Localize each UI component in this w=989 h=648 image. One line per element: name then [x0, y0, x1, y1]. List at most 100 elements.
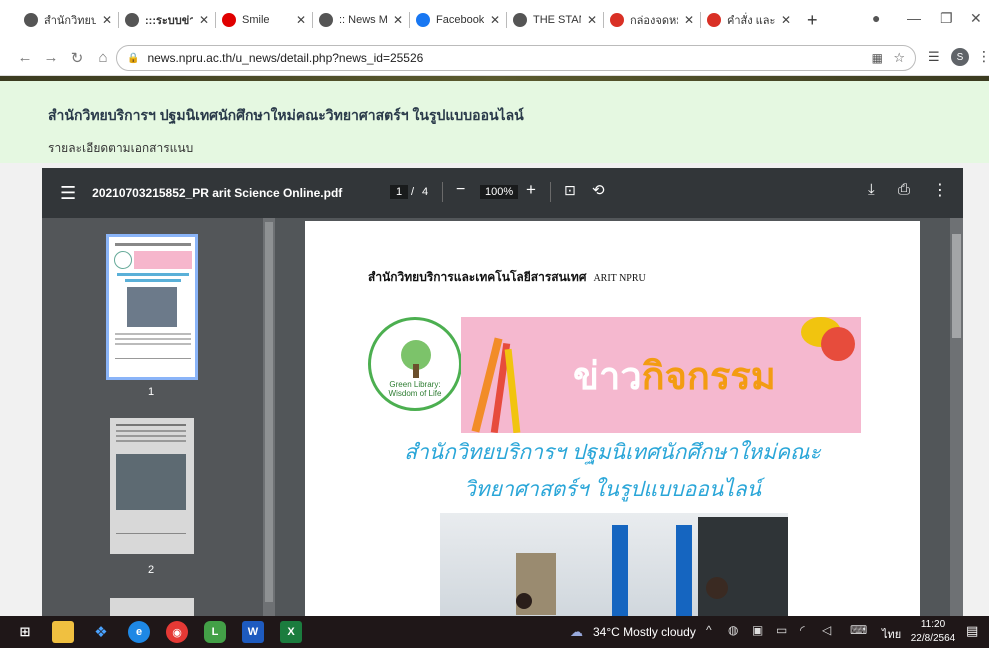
forward-icon[interactable]: → — [40, 49, 62, 66]
tray-icon-2[interactable]: ▣ — [752, 623, 763, 637]
tab-label: สำนักวิทยบริก — [44, 15, 96, 27]
tab-favicon-icon — [610, 13, 624, 27]
tab-close-icon[interactable]: ✕ — [587, 13, 597, 27]
windows-start-icon[interactable]: ⊞ — [14, 621, 36, 643]
tab-label: กล่องจดหมาย — [630, 15, 678, 27]
minimize-icon[interactable]: — — [907, 10, 921, 26]
browser-tab[interactable]: สำนักวิทยบริก ✕ — [18, 6, 118, 34]
clock-date: 22/8/2564 — [910, 633, 956, 644]
word-icon[interactable]: W — [242, 621, 264, 643]
banner-text-news: ข่าว — [573, 356, 642, 398]
reload-icon[interactable]: ↻ — [66, 49, 88, 67]
browser-tab[interactable]: กล่องจดหมาย ✕ — [604, 6, 700, 34]
pdf-more-icon[interactable]: ⋮ — [932, 180, 948, 200]
hamburger-menu-icon[interactable]: ☰ — [60, 183, 76, 204]
reading-list-icon[interactable]: ☰ — [928, 49, 940, 65]
address-bar: ← → ↻ ⌂ 🔒 news.npru.ac.th/u_news/detail.… — [0, 40, 989, 76]
new-tab-button[interactable]: + — [797, 10, 828, 31]
chrome-icon[interactable]: ◉ — [166, 621, 188, 643]
browser-tab[interactable]: Facebook ✕ — [410, 6, 506, 34]
excel-icon[interactable]: X — [280, 621, 302, 643]
thumbnail-page-3[interactable] — [110, 598, 194, 616]
profile-menu-icon[interactable]: ● — [872, 10, 880, 26]
profile-avatar[interactable]: S — [951, 48, 969, 66]
tab-favicon-icon — [707, 13, 721, 27]
tab-favicon-icon — [125, 13, 139, 27]
doc-headline-line1: สำนักวิทยบริการฯ ปฐมนิเทศนักศึกษาใหม่คณะ — [404, 441, 821, 464]
tab-label: Smile — [242, 14, 270, 26]
zoom-in-icon[interactable]: + — [526, 180, 536, 200]
browser-tab[interactable]: :::ระบบข่าวประ ✕ — [119, 6, 215, 34]
edge-icon[interactable]: e — [128, 621, 150, 643]
zoom-level-input[interactable]: 100% — [480, 185, 519, 199]
close-window-icon[interactable]: ✕ — [970, 10, 982, 27]
maximize-icon[interactable]: ❐ — [940, 10, 953, 27]
logo-caption-2: Wisdom of Life — [388, 389, 442, 398]
clock[interactable]: 11:20 22/8/2564 — [908, 618, 958, 646]
pdf-scrollbar[interactable] — [950, 218, 963, 616]
rotate-icon[interactable]: ⟲ — [592, 181, 605, 199]
bookmark-star-icon[interactable]: ☆ — [893, 50, 905, 66]
tab-close-icon[interactable]: ✕ — [199, 13, 209, 27]
weather-icon: ☁ — [570, 624, 583, 639]
green-library-logo: Green Library: Wisdom of Life — [368, 317, 462, 411]
thumbnail-page-1[interactable] — [106, 234, 198, 380]
pdf-page-1: สำนักวิทยบริการและเทคโนโลยีสารสนเทศ ARIT… — [305, 221, 920, 616]
more-menu-icon[interactable]: ⋮ — [977, 48, 989, 65]
tab-label: THE STAND — [533, 14, 581, 26]
volume-icon[interactable]: ◁ — [822, 623, 831, 637]
tab-label: Facebook — [436, 14, 484, 26]
browser-tab[interactable]: :: News Ma ✕ — [313, 6, 409, 34]
tab-close-icon[interactable]: ✕ — [102, 13, 112, 27]
tab-favicon-icon — [416, 13, 430, 27]
fit-page-icon[interactable]: ⊡ — [564, 182, 576, 199]
logo-caption-1: Green Library: — [389, 380, 441, 389]
input-language[interactable]: ไทย — [882, 625, 901, 643]
page-number-input[interactable]: 1 — [390, 185, 409, 199]
pdf-toolbar: ☰ 20210703215852_PR arit Science Online.… — [42, 168, 963, 218]
thumbnail-scrollbar[interactable] — [263, 218, 275, 616]
page-subtitle: รายละเอียดตามเอกสารแนบ — [48, 141, 194, 155]
notification-icon[interactable]: ▤ — [966, 623, 978, 639]
doc-header-th: สำนักวิทยบริการและเทคโนโลยีสารสนเทศ — [368, 270, 587, 284]
tab-strip: สำนักวิทยบริก ✕:::ระบบข่าวประ ✕ Smile ✕:: Ne… — [0, 0, 989, 40]
browser-tab[interactable]: THE STAND ✕ — [507, 6, 603, 34]
back-icon[interactable]: ← — [14, 49, 36, 66]
pdf-filename: 20210703215852_PR arit Science Online.pd… — [92, 186, 343, 200]
doc-header-en: ARIT NPRU — [593, 273, 646, 284]
home-icon[interactable]: ⌂ — [92, 49, 114, 66]
battery-icon[interactable]: ▭ — [776, 623, 787, 637]
tab-close-icon[interactable]: ✕ — [490, 13, 500, 27]
tab-close-icon[interactable]: ✕ — [296, 13, 306, 27]
tab-favicon-icon — [513, 13, 527, 27]
browser-tab[interactable]: คำสั่ง และราย ✕ — [701, 6, 797, 34]
keyboard-icon[interactable]: ⌨ — [850, 623, 867, 637]
thumbnail-sidebar: 1 2 — [42, 218, 275, 616]
qr-icon[interactable]: ▦ — [872, 51, 883, 65]
tab-favicon-icon — [24, 13, 38, 27]
thumbnail-label-2: 2 — [148, 564, 155, 576]
weather-status[interactable]: 34°C Mostly cloudy — [593, 625, 696, 639]
tab-label: คำสั่ง และราย — [727, 15, 775, 27]
dropbox-icon[interactable]: ❖ — [90, 621, 112, 643]
browser-tab[interactable]: Smile ✕ — [216, 6, 312, 34]
tray-icon-1[interactable]: ◍ — [728, 623, 738, 637]
line-icon[interactable]: L — [204, 621, 226, 643]
file-explorer-icon[interactable] — [52, 621, 74, 643]
url-text: news.npru.ac.th/u_news/detail.php?news_i… — [147, 51, 424, 65]
download-icon[interactable]: ⤓ — [868, 181, 875, 198]
url-field[interactable]: 🔒 news.npru.ac.th/u_news/detail.php?news… — [116, 45, 916, 71]
clock-time: 11:20 — [920, 619, 946, 630]
page-title: สำนักวิทยบริการฯ ปฐมนิเทศนักศึกษาใหม่คณะ… — [48, 107, 524, 123]
banner-text-activity: กิจกรรม — [641, 356, 776, 398]
tab-close-icon[interactable]: ✕ — [393, 13, 403, 27]
print-icon[interactable]: ⎙ — [898, 181, 910, 198]
network-icon[interactable]: ◜ — [800, 623, 805, 637]
tab-close-icon[interactable]: ✕ — [781, 13, 791, 27]
thumbnail-page-2[interactable] — [110, 418, 194, 554]
thumbnail-label-1: 1 — [148, 386, 155, 398]
zoom-out-icon[interactable]: − — [456, 181, 465, 199]
tab-favicon-icon — [319, 13, 333, 27]
tab-close-icon[interactable]: ✕ — [684, 13, 694, 27]
tray-expand-icon[interactable]: ^ — [706, 623, 712, 637]
